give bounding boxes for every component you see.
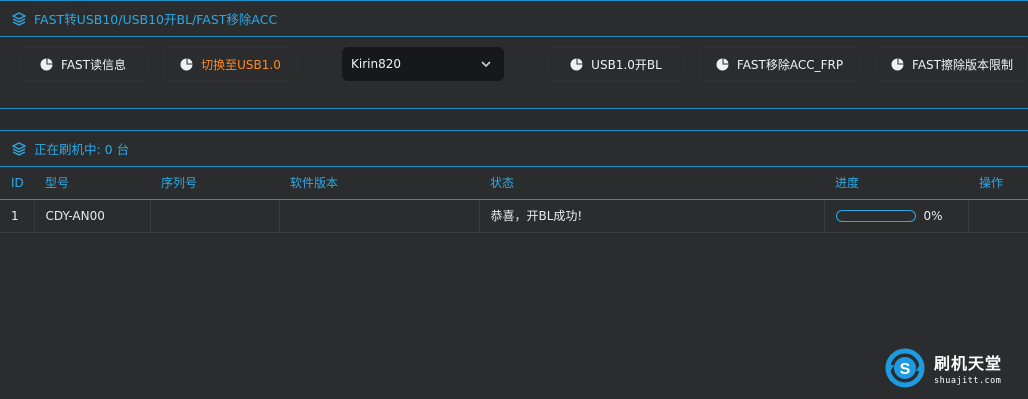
chip-model-value: Kirin820 — [351, 57, 401, 71]
usb10-unlock-bl-button[interactable]: USB1.0开BL — [548, 47, 684, 81]
cell-model: CDY-AN00 — [34, 199, 151, 233]
column-header-status[interactable]: 状态 — [479, 167, 824, 200]
watermark-title: 刷机天堂 — [934, 354, 1003, 373]
fast-erase-version-limit-label: FAST擦除版本限制 — [912, 57, 1013, 72]
fast-read-info-label: FAST读信息 — [61, 57, 126, 72]
table-header-row: ID 型号 序列号 软件版本 状态 进度 操作 — [0, 167, 1028, 200]
switch-usb10-button[interactable]: 切换至USB1.0 — [163, 47, 298, 81]
fast-panel: FAST转USB10/USB10开BL/FAST移除ACC FAST读信息 切换… — [0, 0, 1028, 109]
layers-icon — [12, 141, 26, 156]
fast-panel-header: FAST转USB10/USB10开BL/FAST移除ACC — [0, 1, 1028, 37]
fast-erase-version-limit-button[interactable]: FAST擦除版本限制 — [876, 47, 1028, 81]
table-row[interactable]: 1 CDY-AN00 恭喜，开BL成功! 0% — [0, 199, 1028, 233]
pie-chart-icon — [180, 58, 193, 70]
sync-logo-icon: S — [885, 348, 925, 388]
cell-progress: 0% — [824, 199, 969, 233]
chip-model-select[interactable]: Kirin820 — [342, 47, 504, 81]
pie-chart-icon — [570, 58, 583, 70]
column-header-version[interactable]: 软件版本 — [279, 167, 479, 200]
progress-text: 0% — [923, 208, 943, 223]
flashing-panel: 正在刷机中: 0 台 ID 型号 序列号 软件版本 状态 进度 操作 1 CDY… — [0, 130, 1028, 399]
column-header-serial[interactable]: 序列号 — [150, 167, 279, 200]
column-header-action[interactable]: 操作 — [968, 167, 1028, 200]
layers-icon — [12, 11, 26, 26]
fast-panel-title: FAST转USB10/USB10开BL/FAST移除ACC — [34, 12, 278, 27]
watermark-url: shuajitt.com — [934, 376, 1002, 386]
svg-text:S: S — [900, 361, 911, 378]
flashing-panel-header: 正在刷机中: 0 台 — [0, 131, 1028, 167]
usb10-unlock-bl-label: USB1.0开BL — [591, 57, 662, 72]
fast-remove-acc-frp-label: FAST移除ACC_FRP — [736, 57, 844, 72]
pie-chart-icon — [716, 58, 729, 70]
switch-usb10-label: 切换至USB1.0 — [201, 57, 281, 72]
cell-action[interactable] — [968, 199, 1028, 233]
progress-bar — [835, 209, 916, 222]
cell-status: 恭喜，开BL成功! — [479, 199, 825, 233]
cell-id: 1 — [0, 199, 35, 233]
watermark: S 刷机天堂 shuajitt.com — [882, 345, 1002, 391]
flashing-panel-title: 正在刷机中: 0 台 — [34, 142, 130, 157]
column-header-progress[interactable]: 进度 — [824, 167, 968, 200]
device-table: ID 型号 序列号 软件版本 状态 进度 操作 1 CDY-AN00 恭喜，开B… — [0, 167, 1028, 233]
chevron-down-icon — [481, 61, 491, 68]
pie-chart-icon — [891, 58, 904, 70]
cell-serial — [150, 199, 280, 233]
cell-version — [279, 199, 480, 233]
fast-read-info-button[interactable]: FAST读信息 — [18, 47, 148, 81]
fast-remove-acc-frp-button[interactable]: FAST移除ACC_FRP — [699, 47, 860, 81]
column-header-id[interactable]: ID — [0, 167, 34, 200]
fast-toolbar: FAST读信息 切换至USB1.0 Kirin820 USB1.0开BL FAS… — [0, 47, 1028, 81]
column-header-model[interactable]: 型号 — [34, 167, 150, 200]
pie-chart-icon — [40, 58, 53, 70]
